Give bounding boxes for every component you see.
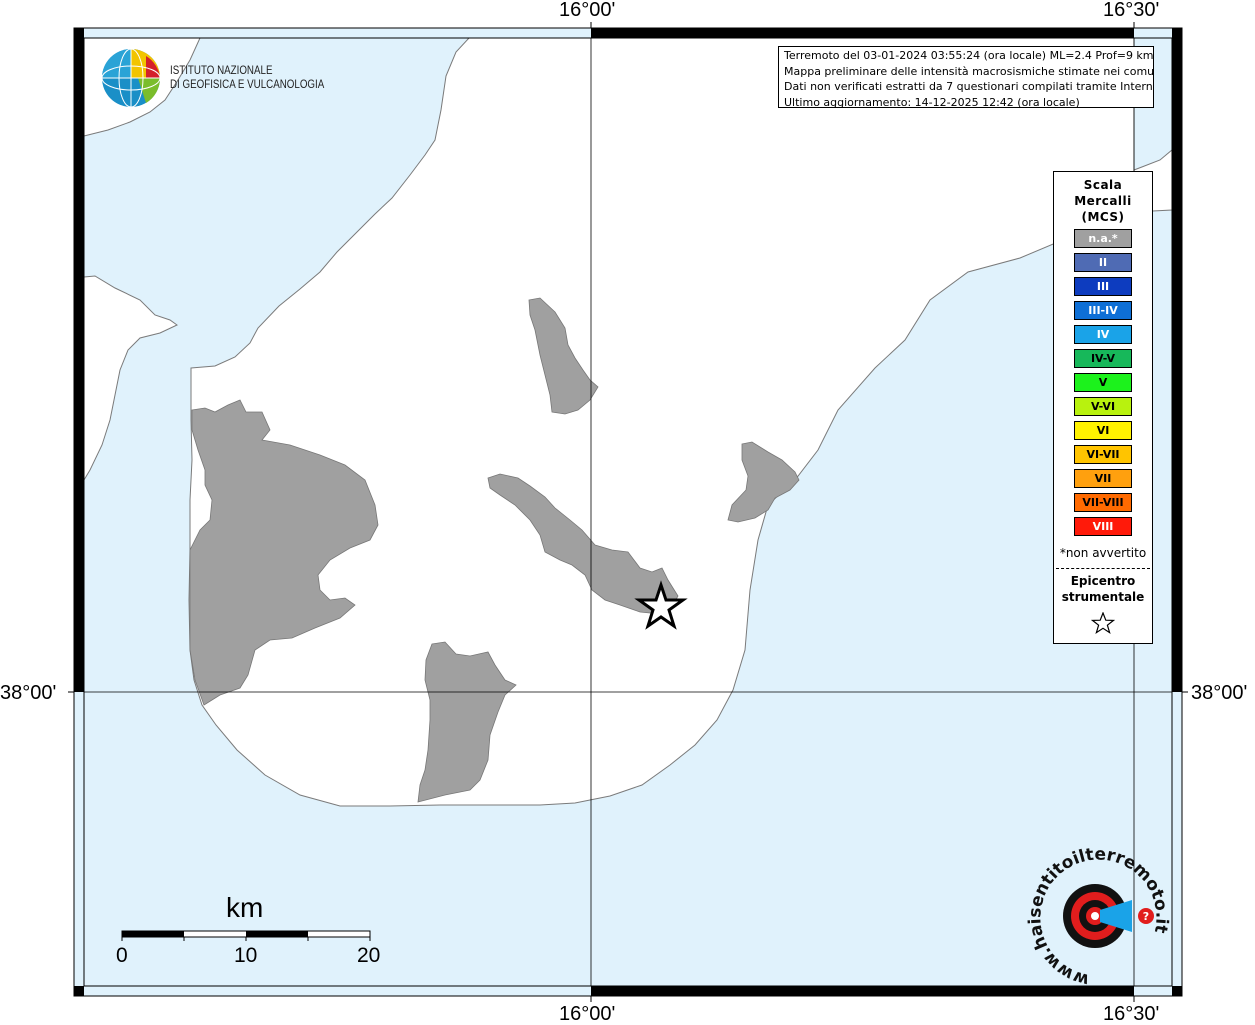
scale-unit-label: km bbox=[226, 892, 264, 923]
legend-epicenter-line1: Epicentro bbox=[1070, 574, 1136, 588]
event-info-line1: Terremoto del 03-01-2024 03:55:24 (ora l… bbox=[784, 49, 1154, 62]
legend-swatch: n.a.* bbox=[1074, 229, 1132, 248]
legend-swatch: VII bbox=[1074, 469, 1132, 488]
frame-right-segment bbox=[1172, 38, 1182, 692]
scale-tick-20: 20 bbox=[357, 944, 381, 967]
legend-title-line3: (MCS) bbox=[1081, 210, 1125, 224]
institute-name-line1: ISTITUTO NAZIONALE bbox=[170, 65, 273, 77]
scale-tick-0: 0 bbox=[116, 944, 128, 967]
legend-title: Scala Mercalli (MCS) bbox=[1054, 177, 1152, 225]
frame-bottom-segment-left bbox=[74, 986, 84, 996]
frame-bottom-segment bbox=[591, 986, 1134, 996]
frame-bottom-segment-right bbox=[1172, 986, 1182, 996]
lon-label-top-2: 16°30' bbox=[1103, 0, 1160, 21]
frame-top-segment-left bbox=[74, 28, 84, 38]
ingv-logo-icon bbox=[101, 48, 161, 108]
legend-swatch: IV bbox=[1074, 325, 1132, 344]
legend-swatch: V-VI bbox=[1074, 397, 1132, 416]
legend-swatch: VI bbox=[1074, 421, 1132, 440]
scale-bar-segment bbox=[122, 931, 184, 937]
event-info-box: Terremoto del 03-01-2024 03:55:24 (ora l… bbox=[778, 46, 1154, 108]
lat-label-left: 38°00' bbox=[0, 682, 57, 704]
legend-swatch: V bbox=[1074, 373, 1132, 392]
svg-text:?: ? bbox=[1143, 910, 1149, 923]
legend-swatch: VI-VII bbox=[1074, 445, 1132, 464]
frame-top-segment-right bbox=[1172, 28, 1182, 38]
legend-star-icon bbox=[1091, 612, 1115, 634]
scale-bar-segment bbox=[246, 931, 308, 937]
institute-name: ISTITUTO NAZIONALE DI GEOFISICA E VULCAN… bbox=[170, 64, 324, 92]
institute-name-line2: DI GEOFISICA E VULCANOLOGIA bbox=[170, 79, 325, 91]
legend-note: *non avvertito bbox=[1059, 546, 1147, 560]
legend-title-line2: Mercalli bbox=[1074, 194, 1132, 208]
legend-epicenter-label: Epicentro strumentale bbox=[1054, 573, 1152, 605]
lon-label-bottom-2: 16°30' bbox=[1103, 1003, 1160, 1025]
frame-left-segment bbox=[74, 38, 84, 692]
macroseismic-map: ? www.haisentitoilterremoto.it 16°00' 16… bbox=[0, 0, 1255, 1024]
lat-label-right: 38°00' bbox=[1191, 682, 1248, 704]
event-info-line3: Dati non verificati estratti da 7 questi… bbox=[784, 80, 1154, 93]
legend-swatch: VII-VIII bbox=[1074, 493, 1132, 512]
frame-top-segment bbox=[591, 28, 1134, 38]
event-info-line2: Mappa preliminare delle intensità macros… bbox=[784, 64, 1154, 78]
lon-label-bottom-1: 16°00' bbox=[559, 1003, 616, 1025]
legend-epicenter-line2: strumentale bbox=[1061, 590, 1145, 604]
legend-swatch: III bbox=[1074, 277, 1132, 296]
legend-separator bbox=[1056, 568, 1150, 569]
scale-tick-10: 10 bbox=[234, 944, 258, 967]
legend-swatch: VIII bbox=[1074, 517, 1132, 536]
event-info-line4: Ultimo aggiornamento: 14-12-2025 12:42 (… bbox=[784, 95, 1080, 108]
legend-swatch: III-IV bbox=[1074, 301, 1132, 320]
mcs-legend: Scala Mercalli (MCS) n.a.* II III III-IV IV I… bbox=[1053, 171, 1153, 644]
lon-label-top-1: 16°00' bbox=[559, 0, 616, 21]
legend-swatch: IV-V bbox=[1074, 349, 1132, 368]
legend-title-line1: Scala bbox=[1083, 178, 1123, 192]
legend-swatch: II bbox=[1074, 253, 1132, 272]
